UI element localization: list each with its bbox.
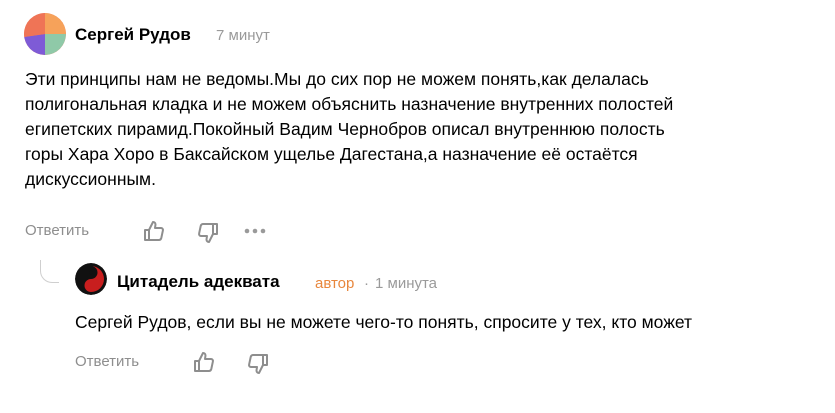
- author-badge: автор: [315, 275, 355, 292]
- comment-text: Эти принципы нам не ведомы.Мы до сих пор…: [25, 67, 815, 192]
- more-dots-icon[interactable]: [243, 219, 267, 243]
- comment-text-line: горы Хара Хоро в Баксайском ущелье Дагес…: [25, 144, 638, 164]
- avatar[interactable]: [24, 13, 66, 55]
- thumbs-down-icon[interactable]: [246, 352, 270, 376]
- comment-text-line: полигональная кладка и не можем объяснит…: [25, 94, 674, 114]
- comment-text-line: дискуссионным.: [25, 169, 156, 189]
- avatar[interactable]: [75, 263, 107, 295]
- thumbs-up-icon[interactable]: [192, 350, 216, 374]
- reply-button[interactable]: Ответить: [25, 222, 89, 239]
- thumbs-up-icon[interactable]: [142, 219, 166, 243]
- reply-time: 1 минута: [375, 275, 438, 292]
- comment-thread: Сергей Рудов 7 минут Эти принципы нам не…: [0, 0, 835, 413]
- thread-connector: [40, 260, 59, 283]
- comment-author[interactable]: Сергей Рудов: [75, 24, 191, 46]
- thumbs-down-icon[interactable]: [196, 221, 220, 245]
- comment-text-line: Эти принципы нам не ведомы.Мы до сих пор…: [25, 69, 649, 89]
- comment-time: 7 минут: [216, 27, 270, 44]
- reply-button[interactable]: Ответить: [75, 353, 139, 370]
- separator-dot: ·: [364, 275, 369, 292]
- comment-text-line: египетских пирамид.Покойный Вадим Черноб…: [25, 119, 665, 139]
- reply-text: Сергей Рудов, если вы не можете чего-то …: [75, 312, 693, 332]
- reply-author[interactable]: Цитадель адеквата: [117, 271, 280, 293]
